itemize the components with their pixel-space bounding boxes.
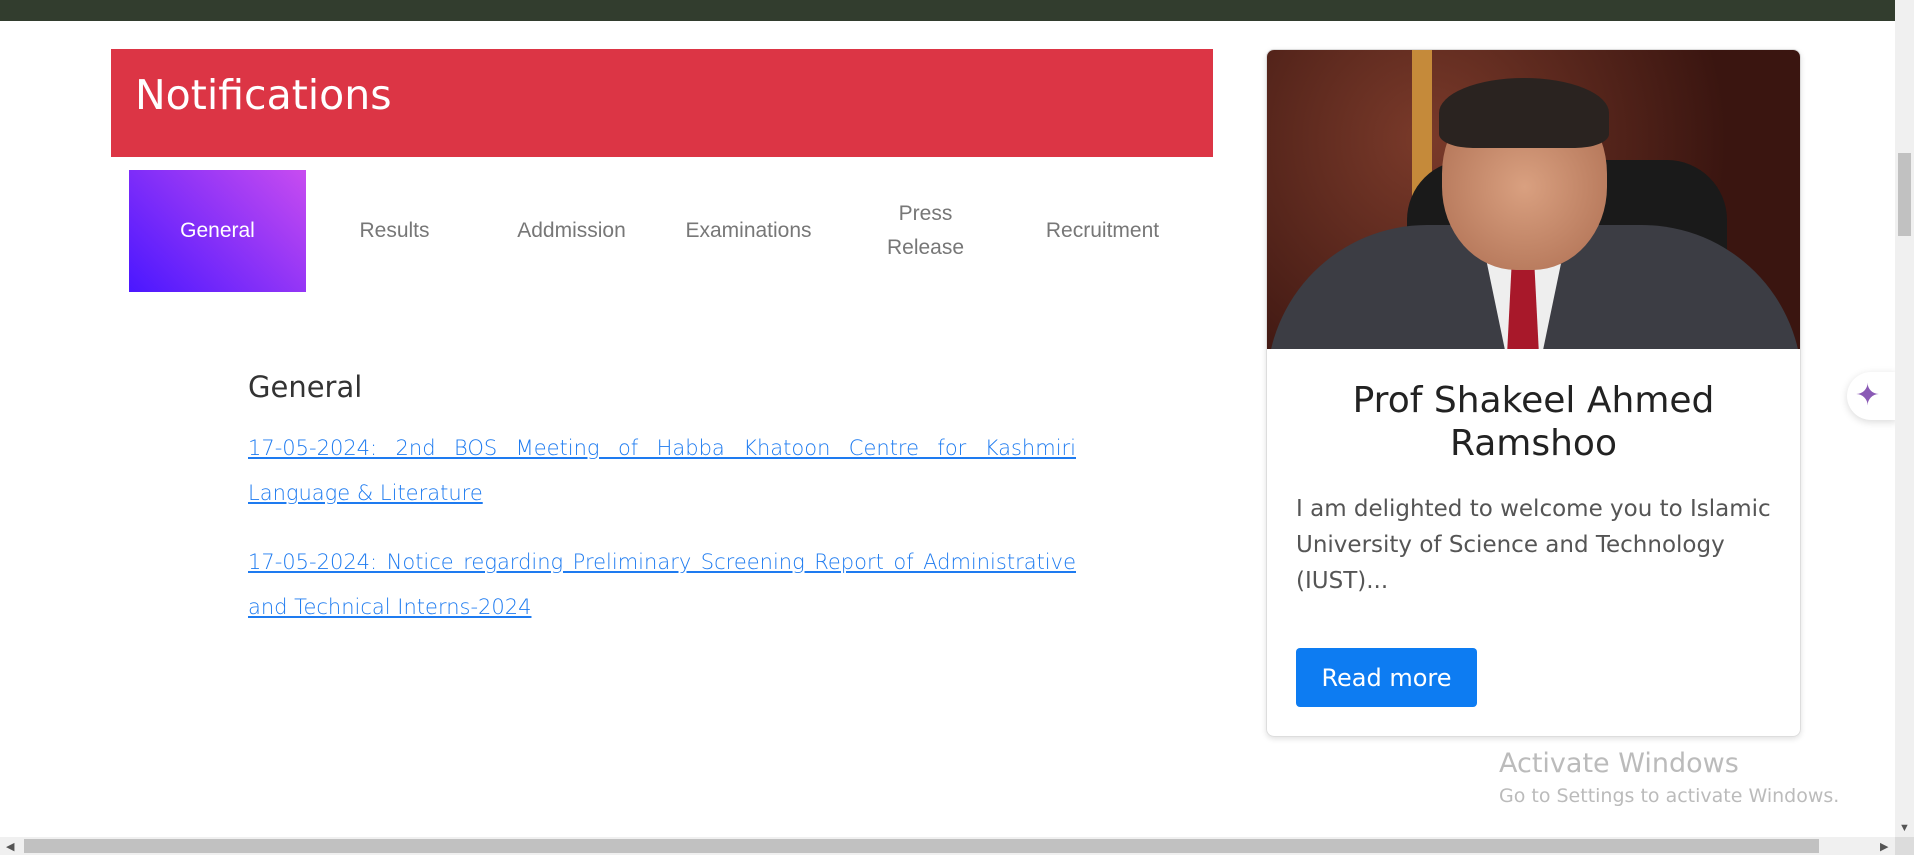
watermark-title: Activate Windows xyxy=(1499,748,1739,779)
windows-activation-watermark: Activate Windows Go to Settings to activ… xyxy=(1499,748,1839,807)
tab-results[interactable]: Results xyxy=(306,170,483,292)
tab-general[interactable]: General xyxy=(129,170,306,292)
notifications-header: Notifications xyxy=(111,49,1213,157)
scrollbar-corner xyxy=(1895,837,1914,855)
vertical-scroll-thumb[interactable] xyxy=(1898,153,1911,236)
notification-tabs: General Results Addmission Examinations … xyxy=(129,170,1191,292)
horizontal-scroll-thumb[interactable] xyxy=(24,839,1819,853)
person-name: Prof Shakeel Ahmed Ramshoo xyxy=(1352,380,1715,464)
sparkle-icon: ✦ xyxy=(1855,379,1881,412)
page-title: Notifications xyxy=(135,71,392,119)
section-heading: General xyxy=(248,370,363,404)
top-nav-bar xyxy=(0,0,1895,21)
watermark-subtitle: Go to Settings to activate Windows. xyxy=(1499,785,1840,807)
profile-photo xyxy=(1267,50,1800,349)
tab-admission[interactable]: Addmission xyxy=(483,170,660,292)
notification-link[interactable]: 17-05-2024: 2nd BOS Meeting of Habba Kha… xyxy=(248,426,1076,516)
tab-press-release[interactable]: Press Release xyxy=(837,170,1014,292)
notification-link[interactable]: 17-05-2024: Notice regarding Preliminary… xyxy=(248,540,1076,630)
ai-assistant-button[interactable]: ✦ xyxy=(1847,372,1897,420)
tab-examinations[interactable]: Examinations xyxy=(660,170,837,292)
scroll-left-arrow-icon[interactable]: ◀ xyxy=(6,840,14,853)
tab-content: General 17-05-2024: 2nd BOS Meeting of H… xyxy=(248,370,1076,654)
scroll-down-arrow-icon[interactable]: ▼ xyxy=(1899,822,1910,834)
scroll-right-arrow-icon[interactable]: ▶ xyxy=(1880,840,1888,853)
vc-message-card: Prof Shakeel Ahmed Ramshoo I am delighte… xyxy=(1266,49,1801,737)
welcome-text: I am delighted to welcome you to Islamic… xyxy=(1296,496,1771,594)
tab-recruitment[interactable]: Recruitment xyxy=(1014,170,1191,292)
read-more-button[interactable]: Read more xyxy=(1296,648,1477,707)
vertical-scrollbar[interactable] xyxy=(1895,0,1914,837)
